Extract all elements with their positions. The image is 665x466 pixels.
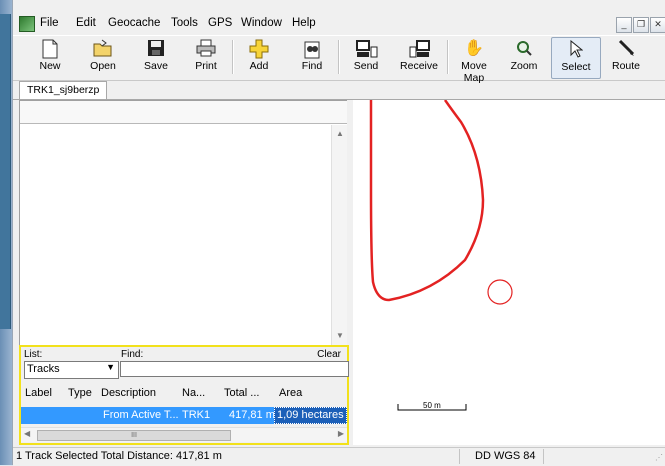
desktop-window-edge bbox=[0, 14, 11, 329]
details-pane: ▲ ▼ bbox=[19, 100, 349, 347]
receive-from-gps-icon bbox=[409, 39, 430, 59]
status-datum: DD WGS 84 bbox=[475, 450, 536, 462]
find-input[interactable] bbox=[120, 361, 349, 377]
menu-geocache[interactable]: Geocache bbox=[108, 17, 160, 29]
route-button[interactable]: Route bbox=[609, 37, 643, 77]
open-button[interactable]: Open bbox=[85, 37, 121, 77]
scroll-thumb[interactable]: III bbox=[37, 430, 231, 441]
scale-label: 50 m bbox=[423, 401, 441, 410]
status-divider bbox=[459, 449, 460, 464]
new-button[interactable]: New bbox=[33, 37, 67, 77]
minimize-button[interactable]: _ bbox=[616, 17, 632, 33]
move-map-button[interactable]: ✋ Move Map bbox=[451, 37, 497, 84]
horizontal-scrollbar[interactable]: ◀ III ▶ bbox=[21, 427, 347, 442]
row-total: 417,81 m bbox=[229, 409, 275, 421]
toolbar-separator bbox=[447, 40, 449, 74]
details-pane-header bbox=[20, 101, 348, 124]
tab-track[interactable]: TRK1_sj9berzp bbox=[19, 81, 108, 99]
row-name: TRK1 bbox=[182, 409, 211, 421]
chevron-down-icon: ▼ bbox=[106, 362, 115, 372]
printer-icon bbox=[196, 39, 216, 59]
menu-edit[interactable]: Edit bbox=[76, 17, 96, 29]
status-divider bbox=[543, 449, 544, 464]
column-description[interactable]: Description bbox=[101, 387, 156, 399]
find-button[interactable]: Find bbox=[296, 37, 328, 77]
find-label: Find: bbox=[121, 349, 144, 360]
list-panel: List: Find: Clear Tracks ▼ Label Type De… bbox=[19, 345, 349, 445]
route-pencil-icon bbox=[616, 39, 636, 59]
open-folder-icon bbox=[93, 39, 113, 59]
zoom-magnifier-icon bbox=[514, 39, 534, 59]
toolbar: New Open Save Print Add Find Send Receiv… bbox=[13, 35, 665, 84]
hand-pan-icon: ✋ bbox=[464, 40, 484, 57]
toolbar-separator bbox=[232, 40, 234, 74]
close-button[interactable]: ✕ bbox=[650, 17, 665, 33]
menu-file[interactable]: File bbox=[40, 17, 59, 29]
row-description: From Active T... bbox=[103, 409, 179, 421]
send-button[interactable]: Send bbox=[349, 37, 383, 77]
app-logo-icon[interactable] bbox=[19, 16, 35, 32]
zoom-button[interactable]: Zoom bbox=[507, 37, 541, 77]
status-text: 1 Track Selected Total Distance: 417,81 … bbox=[16, 450, 222, 462]
new-file-icon bbox=[40, 39, 60, 59]
select-button[interactable]: Select bbox=[551, 37, 601, 79]
print-button[interactable]: Print bbox=[190, 37, 222, 77]
status-bar: 1 Track Selected Total Distance: 417,81 … bbox=[13, 447, 665, 466]
scroll-right-icon[interactable]: ▶ bbox=[338, 429, 344, 438]
scale-bar: 50 m bbox=[397, 401, 467, 411]
find-binoculars-icon bbox=[302, 39, 322, 59]
column-name[interactable]: Na... bbox=[182, 387, 205, 399]
list-label: List: bbox=[24, 349, 43, 360]
save-disk-icon bbox=[146, 39, 166, 59]
table-row[interactable]: From Active T... TRK1 417,81 m 1,09 hect… bbox=[21, 407, 347, 424]
send-to-gps-icon bbox=[356, 39, 378, 59]
scroll-up-icon[interactable]: ▲ bbox=[336, 129, 344, 138]
select-arrow-icon bbox=[566, 39, 586, 60]
toolbar-separator bbox=[338, 40, 340, 74]
column-area[interactable]: Area bbox=[279, 387, 302, 399]
column-total[interactable]: Total ... bbox=[224, 387, 259, 399]
map-view[interactable]: 50 m bbox=[353, 99, 665, 445]
document-tabs: TRK1_sj9berzp bbox=[13, 80, 665, 100]
menu-help[interactable]: Help bbox=[292, 17, 316, 29]
add-plus-icon bbox=[249, 39, 269, 59]
waypoint-marker[interactable] bbox=[487, 279, 513, 305]
list-type-select[interactable]: Tracks ▼ bbox=[24, 361, 119, 379]
scroll-left-icon[interactable]: ◀ bbox=[24, 429, 30, 438]
clear-button[interactable]: Clear bbox=[317, 349, 341, 360]
menu-tools[interactable]: Tools bbox=[171, 17, 198, 29]
menu-window[interactable]: Window bbox=[241, 17, 282, 29]
row-area: 1,09 hectares bbox=[274, 407, 347, 424]
resize-grip-icon[interactable]: ⋰ bbox=[655, 453, 663, 462]
receive-button[interactable]: Receive bbox=[397, 37, 441, 77]
track-line[interactable] bbox=[369, 99, 485, 302]
save-button[interactable]: Save bbox=[139, 37, 173, 77]
vertical-scrollbar[interactable]: ▲ ▼ bbox=[331, 125, 348, 345]
scroll-down-icon[interactable]: ▼ bbox=[336, 331, 344, 340]
menu-bar: File Edit Geocache Tools GPS Window Help… bbox=[13, 14, 665, 34]
menu-gps[interactable]: GPS bbox=[208, 17, 232, 29]
restore-button[interactable]: ❐ bbox=[633, 17, 649, 33]
list-header-row: Label Type Description Na... Total ... A… bbox=[21, 385, 347, 403]
map-canvas: 50 m bbox=[369, 99, 513, 411]
column-type[interactable]: Type bbox=[68, 387, 92, 399]
add-button[interactable]: Add bbox=[243, 37, 275, 77]
application-window: File Edit Geocache Tools GPS Window Help… bbox=[12, 0, 665, 466]
column-label[interactable]: Label bbox=[25, 387, 52, 399]
